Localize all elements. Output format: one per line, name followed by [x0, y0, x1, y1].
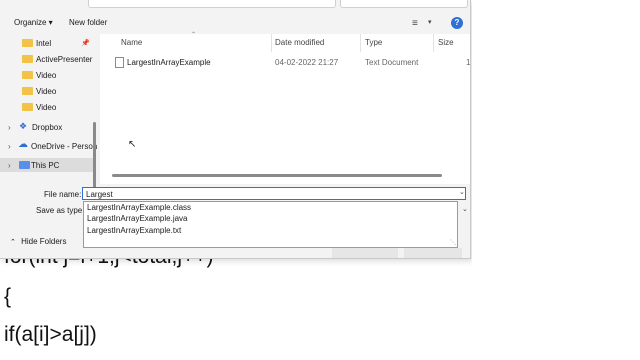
- suggestion-item[interactable]: LargestInArrayExample.java: [87, 214, 188, 223]
- sidebar-item-activepresenter[interactable]: ActivePresenter: [0, 52, 96, 66]
- code-line-brace: {: [4, 285, 12, 308]
- dialog-title-strip: [0, 0, 470, 8]
- sidebar-item-label: Video: [36, 70, 57, 80]
- sort-ascending-icon: ⌃: [191, 32, 197, 38]
- folder-icon: [22, 103, 33, 111]
- sidebar-item-label: This PC: [31, 160, 60, 170]
- folder-icon: [22, 39, 33, 47]
- sidebar-item-label: Video: [36, 86, 57, 96]
- folder-icon: [22, 55, 33, 63]
- suggestion-item[interactable]: LargestInArrayExample.txt: [87, 226, 181, 235]
- column-separator[interactable]: [433, 34, 434, 52]
- suggestion-item[interactable]: LargestInArrayExample.class: [87, 203, 191, 212]
- hide-folders-button[interactable]: ⌃ Hide Folders: [10, 237, 66, 246]
- file-type: Text Document: [365, 58, 419, 67]
- new-folder-button[interactable]: New folder: [69, 18, 107, 27]
- file-row[interactable]: LargestInArrayExample 04-02-2022 21:27 T…: [110, 54, 470, 70]
- organize-button[interactable]: Organize ▾: [14, 18, 53, 27]
- column-separator[interactable]: [271, 34, 272, 52]
- folder-icon: [22, 71, 33, 79]
- navigation-pane: Intel 📌 ActivePresenter Video Video Vide…: [0, 34, 100, 200]
- hide-folders-label: Hide Folders: [21, 237, 67, 246]
- cancel-button[interactable]: [404, 248, 462, 258]
- sidebar-item-dropbox[interactable]: › ❖ Dropbox: [0, 120, 96, 134]
- chevron-right-icon[interactable]: ›: [8, 161, 11, 170]
- mouse-cursor-icon: ↖: [128, 139, 137, 150]
- save-as-type-label: Save as type:: [36, 206, 85, 215]
- horizontal-scrollbar[interactable]: [112, 174, 442, 177]
- file-list-pane: ⌃ Name Date modified Type Size LargestIn…: [100, 32, 470, 184]
- background-area: [472, 0, 640, 360]
- column-header-name[interactable]: Name: [121, 38, 142, 47]
- sidebar-item-label: ActivePresenter: [36, 54, 93, 64]
- address-bar[interactable]: [88, 0, 336, 8]
- file-name-label: File name:: [44, 190, 82, 199]
- sidebar-item-label: Intel: [36, 38, 52, 48]
- chevron-down-icon[interactable]: ▾: [428, 18, 432, 26]
- sidebar-item-video[interactable]: Video: [0, 68, 96, 82]
- file-date: 04-02-2022 21:27: [275, 58, 339, 67]
- sidebar-item-label: OneDrive - Person: [31, 141, 98, 151]
- file-size: 1: [466, 58, 471, 67]
- folder-icon: [22, 87, 33, 95]
- search-input[interactable]: [340, 0, 468, 8]
- autocomplete-dropdown: LargestInArrayExample.class LargestInArr…: [83, 201, 458, 248]
- chevron-right-icon[interactable]: ›: [8, 123, 11, 132]
- help-button[interactable]: ?: [451, 17, 463, 29]
- sidebar-item-label: Video: [36, 102, 57, 112]
- onedrive-icon: ☁: [18, 139, 28, 150]
- sidebar-item-onedrive[interactable]: › ☁ OneDrive - Person: [0, 139, 98, 153]
- save-button[interactable]: [332, 248, 398, 258]
- file-name: LargestInArrayExample: [127, 58, 211, 67]
- chevron-down-icon[interactable]: ⌄: [462, 205, 468, 213]
- sidebar-item-video[interactable]: Video: [0, 100, 96, 114]
- sidebar-item-this-pc[interactable]: › This PC: [0, 158, 96, 172]
- sidebar-item-video[interactable]: Video: [0, 84, 96, 98]
- dropbox-icon: ❖: [19, 121, 28, 131]
- sidebar-item-intel[interactable]: Intel 📌: [0, 36, 96, 50]
- chevron-up-icon: ⌃: [10, 239, 16, 246]
- toolbar: Organize ▾ New folder: [0, 14, 470, 34]
- text-document-icon: [115, 57, 124, 68]
- resize-grip-icon[interactable]: ⋱: [450, 239, 456, 246]
- file-name-input[interactable]: Largest: [82, 187, 466, 200]
- chevron-down-icon[interactable]: ⌄: [459, 188, 465, 196]
- column-header-date-modified[interactable]: Date modified: [275, 38, 324, 47]
- save-as-dialog: Organize ▾ New folder ≡ ▾ ? Intel 📌 Acti…: [0, 0, 471, 259]
- code-line-if: if(a[i]>a[j]): [4, 323, 97, 346]
- pin-icon: 📌: [81, 40, 90, 47]
- sidebar-item-label: Dropbox: [32, 122, 63, 132]
- column-separator[interactable]: [360, 34, 361, 52]
- pc-icon: [19, 161, 30, 169]
- column-header-size[interactable]: Size: [438, 38, 454, 47]
- list-view-icon[interactable]: ≡: [412, 18, 418, 29]
- column-header-type[interactable]: Type: [365, 38, 382, 47]
- chevron-right-icon[interactable]: ›: [8, 142, 11, 151]
